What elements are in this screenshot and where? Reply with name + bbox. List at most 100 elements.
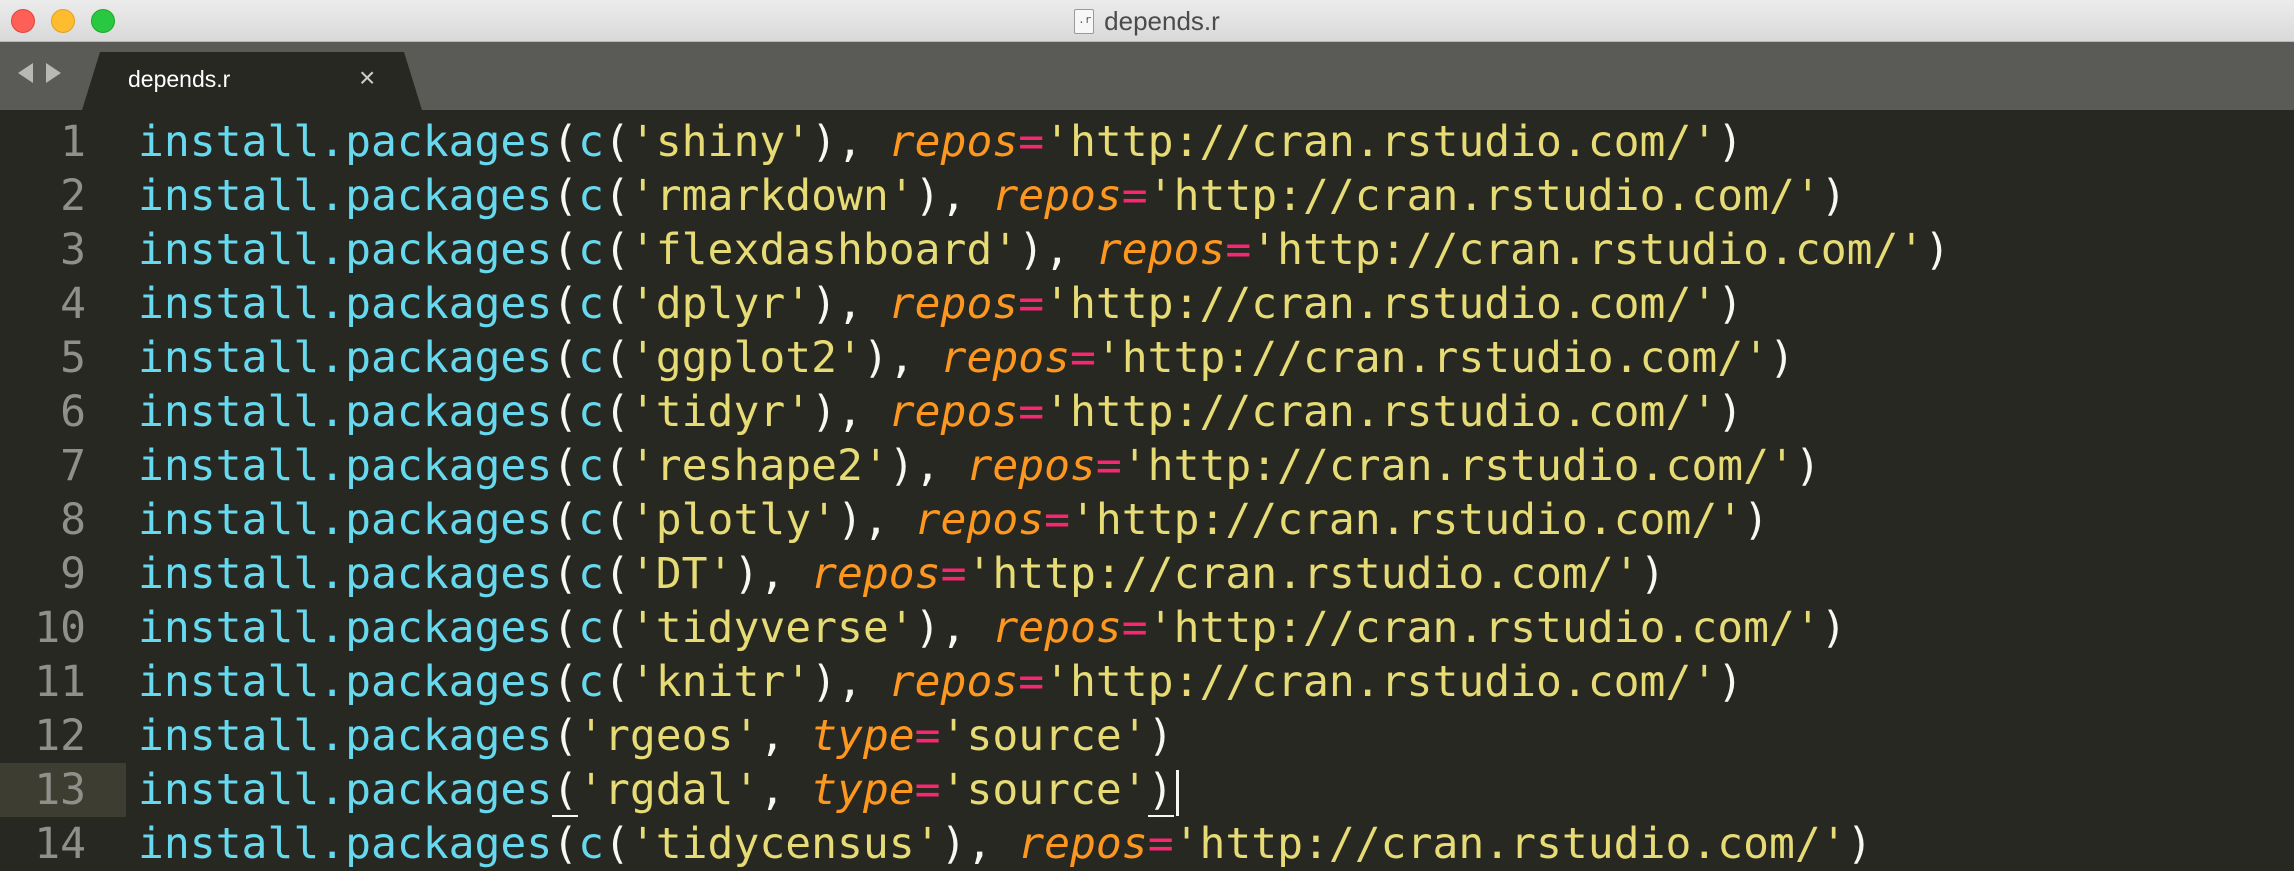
paren: (: [552, 279, 579, 329]
code-line[interactable]: 12 install.packages('rgeos', type='source…: [0, 709, 2294, 763]
paren: ),: [862, 333, 941, 383]
tab-bar: depends.r ×: [0, 42, 2294, 110]
operator: =: [914, 711, 941, 761]
code-text: install.packages('rgdal', type='source'): [126, 763, 1179, 817]
operator: =: [1121, 171, 1148, 221]
paren: (: [552, 387, 579, 437]
window-title-text: depends.r: [1104, 5, 1220, 36]
string-literal: 'flexdashboard': [629, 225, 1019, 275]
text-cursor: [1175, 769, 1179, 816]
arrow-left-icon[interactable]: [18, 63, 33, 83]
code-text: install.packages(c('flexdashboard'), rep…: [126, 223, 1950, 277]
paren: (: [552, 225, 579, 275]
code-line[interactable]: 11 install.packages(c('knitr'), repos='ht…: [0, 655, 2294, 709]
line-number: 10: [34, 603, 86, 653]
code-line[interactable]: 7 install.packages(c('reshape2'), repos='…: [0, 439, 2294, 493]
paren: (: [552, 117, 579, 167]
function-name: install.packages: [138, 333, 553, 383]
paren: (: [552, 711, 579, 761]
paren: ),: [940, 819, 1019, 869]
function-name: c: [578, 171, 604, 221]
line-number: 3: [60, 225, 86, 275]
string-literal: 'http://cran.rstudio.com/': [1095, 333, 1769, 383]
string-literal: 'dplyr': [629, 279, 812, 329]
function-name: install.packages: [138, 765, 553, 815]
string-literal: 'http://cran.rstudio.com/': [1147, 603, 1821, 653]
operator: =: [1070, 333, 1096, 383]
line-number: 13: [0, 763, 126, 817]
string-literal: 'tidyr': [629, 387, 812, 437]
close-tab-icon[interactable]: ×: [359, 62, 375, 94]
paren: (: [604, 549, 630, 599]
arrow-right-icon[interactable]: [46, 63, 61, 83]
argument-name: repos: [992, 603, 1122, 653]
paren: ),: [888, 441, 967, 491]
function-name: c: [578, 387, 604, 437]
function-name: c: [578, 279, 604, 329]
code-line[interactable]: 1 install.packages(c('shiny'), repos='htt…: [0, 115, 2294, 169]
code-editor[interactable]: 1 install.packages(c('shiny'), repos='htt…: [0, 110, 2294, 869]
paren: ),: [914, 603, 993, 653]
string-literal: 'http://cran.rstudio.com/': [1044, 279, 1718, 329]
paren: (: [552, 333, 579, 383]
code-line[interactable]: 13 install.packages('rgdal', type='source…: [0, 763, 2294, 817]
code-line[interactable]: 14 install.packages(c('tidycensus'), repo…: [0, 817, 2294, 871]
function-name: install.packages: [138, 441, 553, 491]
function-name: c: [578, 819, 604, 869]
string-literal: 'http://cran.rstudio.com/': [1044, 387, 1718, 437]
function-name: install.packages: [138, 549, 553, 599]
code-line[interactable]: 6 install.packages(c('tidyr'), repos='htt…: [0, 385, 2294, 439]
line-number: 7: [60, 441, 86, 491]
code-line[interactable]: 4 install.packages(c('dplyr'), repos='htt…: [0, 277, 2294, 331]
paren: (: [604, 225, 630, 275]
function-name: install.packages: [138, 117, 553, 167]
code-text: install.packages(c('tidyr'), repos='http…: [126, 385, 1743, 439]
code-line[interactable]: 10 install.packages(c('tidyverse'), repos…: [0, 601, 2294, 655]
function-name: c: [578, 441, 604, 491]
function-name: install.packages: [138, 225, 553, 275]
line-number: 14: [34, 819, 86, 869]
code-line[interactable]: 5 install.packages(c('ggplot2'), repos='h…: [0, 331, 2294, 385]
paren: ),: [811, 657, 889, 707]
string-literal: 'source': [940, 711, 1148, 761]
argument-name: repos: [1095, 225, 1226, 275]
string-literal: 'knitr': [629, 657, 812, 707]
function-name: c: [578, 495, 604, 545]
paren: ): [1717, 657, 1744, 707]
string-literal: 'tidyverse': [629, 603, 915, 653]
code-text: install.packages(c('shiny'), repos='http…: [126, 115, 1743, 169]
string-literal: 'http://cran.rstudio.com/': [1044, 657, 1718, 707]
code-line[interactable]: 3 install.packages(c('flexdashboard'), re…: [0, 223, 2294, 277]
string-literal: 'DT': [629, 549, 734, 599]
string-literal: 'http://cran.rstudio.com/': [1173, 819, 1847, 869]
paren: ): [1820, 603, 1847, 653]
tab-label: depends.r: [128, 66, 231, 92]
operator: =: [1018, 657, 1045, 707]
paren: (: [604, 657, 630, 707]
code-line[interactable]: 8 install.packages(c('plotly'), repos='ht…: [0, 493, 2294, 547]
code-text: install.packages(c('ggplot2'), repos='ht…: [126, 331, 1795, 385]
operator: =: [914, 765, 941, 815]
argument-name: repos: [914, 495, 1045, 545]
argument-name: type: [811, 711, 915, 761]
function-name: c: [578, 117, 604, 167]
paren: (: [604, 387, 630, 437]
code-text: install.packages('rgeos', type='source'): [126, 709, 1174, 763]
argument-name: repos: [1018, 819, 1148, 869]
paren: ): [1717, 117, 1744, 167]
code-line[interactable]: 2 install.packages(c('rmarkdown'), repos=…: [0, 169, 2294, 223]
operator: =: [1121, 603, 1148, 653]
operator: =: [940, 549, 967, 599]
function-name: install.packages: [138, 603, 553, 653]
code-line[interactable]: 9 install.packages(c('DT'), repos='http:/…: [0, 547, 2294, 601]
string-literal: 'shiny': [629, 117, 812, 167]
paren: (: [604, 441, 630, 491]
title-bar: .r depends.r: [0, 0, 2294, 42]
paren: (: [604, 171, 630, 221]
paren: ): [1846, 819, 1873, 869]
code-text: install.packages(c('tidyverse'), repos='…: [126, 601, 1847, 655]
paren: ),: [811, 279, 889, 329]
string-literal: 'http://cran.rstudio.com/': [1070, 495, 1744, 545]
operator: =: [1225, 225, 1252, 275]
tab-depends-r[interactable]: depends.r ×: [82, 52, 422, 110]
